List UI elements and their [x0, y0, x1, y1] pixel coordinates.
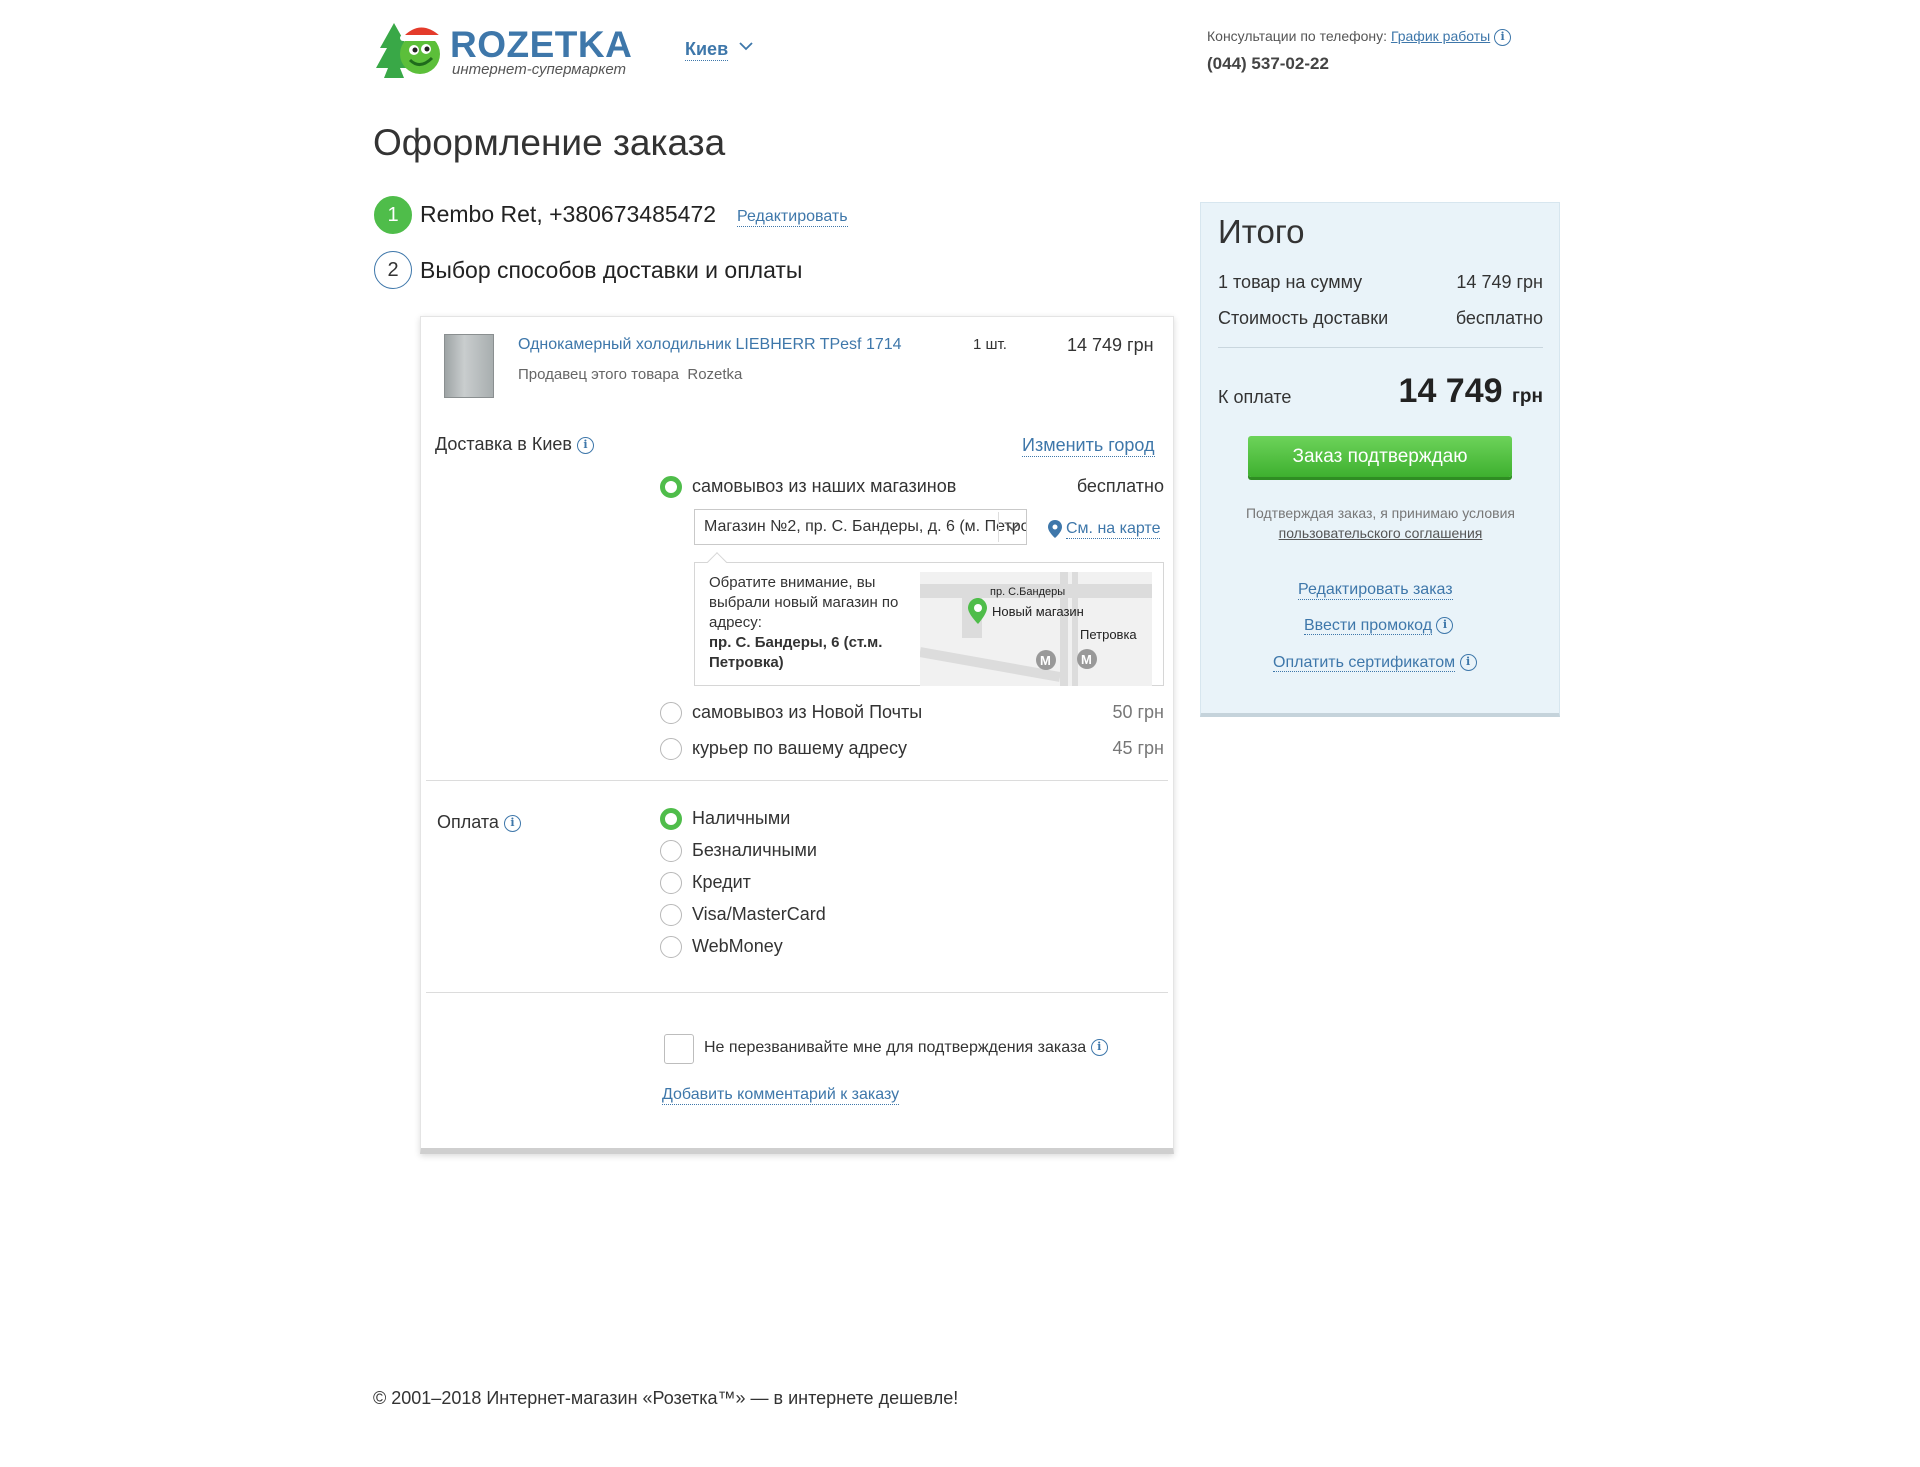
divider [426, 992, 1168, 993]
seller-label: Продавец этого товара [518, 366, 680, 383]
delivery-option-store[interactable]: самовывоз из наших магазинов [692, 476, 956, 497]
payment-option-webmoney[interactable]: WebMoney [692, 936, 783, 957]
footer-copyright: © 2001–2018 Интернет-магазин «Розетка™» … [373, 1388, 959, 1408]
to-pay-label: К оплате [1218, 387, 1292, 407]
payment-option-cash[interactable]: Наличными [692, 808, 790, 829]
edit-order-link[interactable]: Редактировать заказ [1298, 580, 1453, 600]
info-icon[interactable]: i [577, 436, 594, 454]
promo-code-link[interactable]: Ввести промокод [1304, 617, 1433, 635]
delivery-radio-nova-poshta[interactable] [660, 702, 682, 724]
delivery-option-courier[interactable]: курьер по вашему адресу [692, 738, 907, 759]
payment-label-text: Оплата [437, 812, 499, 832]
phone-number: (044) 537-02-22 [1207, 54, 1329, 73]
confirm-order-button[interactable]: Заказ подтверждаю [1248, 436, 1512, 477]
delivery-option-nova-poshta[interactable]: самовывоз из Новой Почты [692, 702, 922, 723]
user-agreement-link[interactable]: пользовательского соглашения [1279, 525, 1483, 541]
consult-label: Консультации по телефону: [1207, 28, 1388, 44]
map-street-label: пр. С.Бандеры [990, 586, 1065, 598]
agreement-text: Подтверждая заказ, я принимаю условия по… [1218, 503, 1543, 543]
step-1-contact: Rembo Ret, +380673485472 [420, 201, 717, 227]
map-pin-icon[interactable] [1048, 520, 1062, 538]
info-icon[interactable]: i [1090, 1039, 1108, 1057]
store-select[interactable]: Магазин №2, пр. С. Бандеры, д. 6 (м. Пет… [694, 509, 1027, 545]
city-selector[interactable]: Киев [685, 38, 729, 61]
payment-radio-webmoney[interactable] [660, 936, 682, 958]
map-store-label: Новый магазин [992, 604, 1084, 619]
delivery-radio-store[interactable] [660, 476, 682, 498]
edit-contact-link[interactable]: Редактировать [737, 207, 848, 227]
delivery-cost-label: Стоимость доставки [1218, 308, 1389, 328]
certificate-row: Оплатить сертификатом i [1273, 653, 1477, 672]
logo-subtitle: интернет-супермаркет [452, 61, 627, 78]
notice-message: Обратите внимание, вы выбрали новый мага… [709, 574, 899, 631]
info-icon[interactable]: i [1436, 617, 1454, 635]
no-call-text: Не перезванивайте мне для подтверждения … [704, 1039, 1087, 1056]
divider [1218, 347, 1543, 348]
delivery-cost-value: бесплатно [1455, 308, 1543, 328]
step-1-badge: 1 [374, 196, 412, 234]
product-thumbnail[interactable] [444, 334, 494, 398]
product-name-link[interactable]: Однокамерный холодильник LIEBHERR TPesf … [518, 336, 902, 354]
payment-radio-cash[interactable] [660, 808, 682, 830]
payment-label: Оплата i [437, 812, 521, 833]
to-pay-value: 14 749 [1398, 372, 1503, 410]
product-price: 14 749 грн [1067, 335, 1154, 355]
metro-letter: М [1081, 652, 1092, 667]
schedule-link[interactable]: График работы [1391, 28, 1490, 44]
delivery-label: Доставка в Киев i [435, 434, 594, 455]
delivery-price-nova-poshta: 50 грн [1112, 702, 1164, 722]
delivery-price-store: бесплатно [1076, 476, 1164, 496]
delivery-price-courier: 45 грн [1112, 738, 1164, 758]
payment-option-cashless[interactable]: Безналичными [692, 840, 817, 861]
map-station-label: Петровка [1080, 627, 1137, 642]
promo-row: Ввести промокод i [1304, 616, 1454, 635]
payment-radio-card[interactable] [660, 904, 682, 926]
info-icon[interactable]: i [1459, 654, 1477, 672]
info-icon[interactable]: i [503, 814, 521, 832]
payment-radio-cashless[interactable] [660, 840, 682, 862]
metro-letter: М [1040, 653, 1051, 668]
mini-map[interactable]: пр. С.Бандеры Новый магазин Петровка М М [920, 572, 1152, 686]
agree-text: Подтверждая заказ, я принимаю условия [1245, 505, 1516, 521]
delivery-label-text: Доставка в Киев [435, 434, 572, 454]
store-notice-text: Обратите внимание, вы выбрали новый мага… [709, 573, 914, 673]
delivery-radio-courier[interactable] [660, 738, 682, 760]
to-pay-amount: 14 749 грн [1398, 372, 1543, 411]
payment-option-credit[interactable]: Кредит [692, 872, 751, 893]
certificate-link[interactable]: Оплатить сертификатом [1273, 654, 1456, 672]
payment-radio-credit[interactable] [660, 872, 682, 894]
to-pay-currency: грн [1512, 386, 1543, 407]
no-call-label[interactable]: Не перезванивайте мне для подтверждения … [704, 1039, 1108, 1057]
info-icon[interactable]: i [1494, 28, 1512, 46]
no-call-checkbox[interactable] [664, 1034, 694, 1064]
step-2-title: Выбор способов доставки и оплаты [420, 257, 803, 283]
seller-name: Rozetka [687, 366, 743, 383]
items-value: 14 749 грн [1456, 272, 1543, 292]
see-on-map-link[interactable]: См. на карте [1066, 519, 1161, 539]
divider [426, 780, 1168, 781]
summary-title: Итого [1218, 213, 1305, 250]
chevron-down-icon[interactable] [998, 512, 1026, 542]
items-label: 1 товар на сумму [1218, 272, 1363, 292]
consult-line: Консультации по телефону: График работы … [1207, 28, 1512, 46]
product-seller: Продавец этого товара Rozetka [518, 366, 742, 383]
change-city-link[interactable]: Изменить город [1022, 434, 1155, 457]
logo-text[interactable]: ROZETKA [450, 24, 632, 66]
payment-option-card[interactable]: Visa/MasterCard [692, 904, 826, 925]
product-quantity: 1 шт. [973, 336, 1007, 353]
chevron-down-icon[interactable] [738, 40, 754, 52]
page-title: Оформление заказа [373, 122, 726, 163]
step-2-badge: 2 [374, 251, 412, 289]
notice-address: пр. С. Бандеры, 6 (ст.м. Петровка) [709, 634, 883, 671]
add-comment-link[interactable]: Добавить комментарий к заказу [662, 1085, 900, 1105]
